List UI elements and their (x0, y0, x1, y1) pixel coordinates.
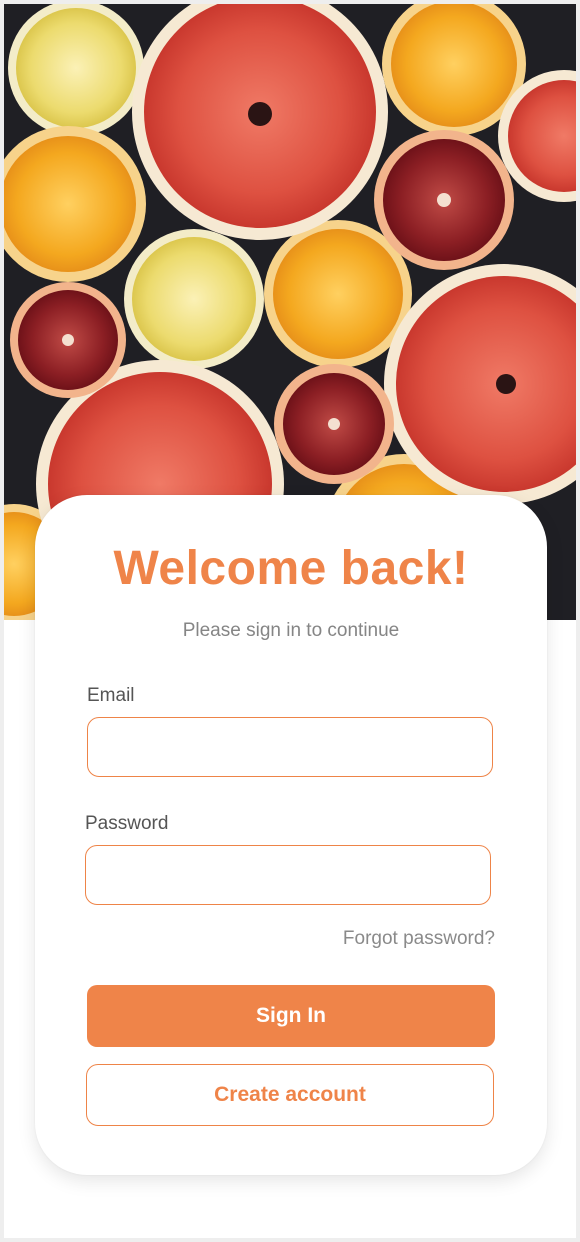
blood-orange-slice (274, 364, 394, 484)
password-field[interactable] (85, 845, 491, 905)
page-subtitle: Please sign in to continue (182, 620, 400, 641)
forgot-password-link[interactable]: Forgot password? (343, 928, 495, 950)
create-account-button[interactable]: Create account (86, 1064, 494, 1126)
blood-orange-slice (10, 282, 126, 398)
sign-in-button[interactable]: Sign In (87, 985, 495, 1047)
page-title: Welcome back! (113, 542, 469, 595)
email-field[interactable] (87, 717, 493, 777)
password-label: Password (85, 813, 169, 834)
email-label: Email (87, 685, 135, 706)
lemon-slice (124, 229, 264, 369)
app-screen: Welcome back! Please sign in to continue… (4, 4, 576, 1238)
login-card: Welcome back! Please sign in to continue… (35, 495, 547, 1175)
blood-orange-slice (374, 130, 514, 270)
lemon-slice (8, 4, 144, 136)
